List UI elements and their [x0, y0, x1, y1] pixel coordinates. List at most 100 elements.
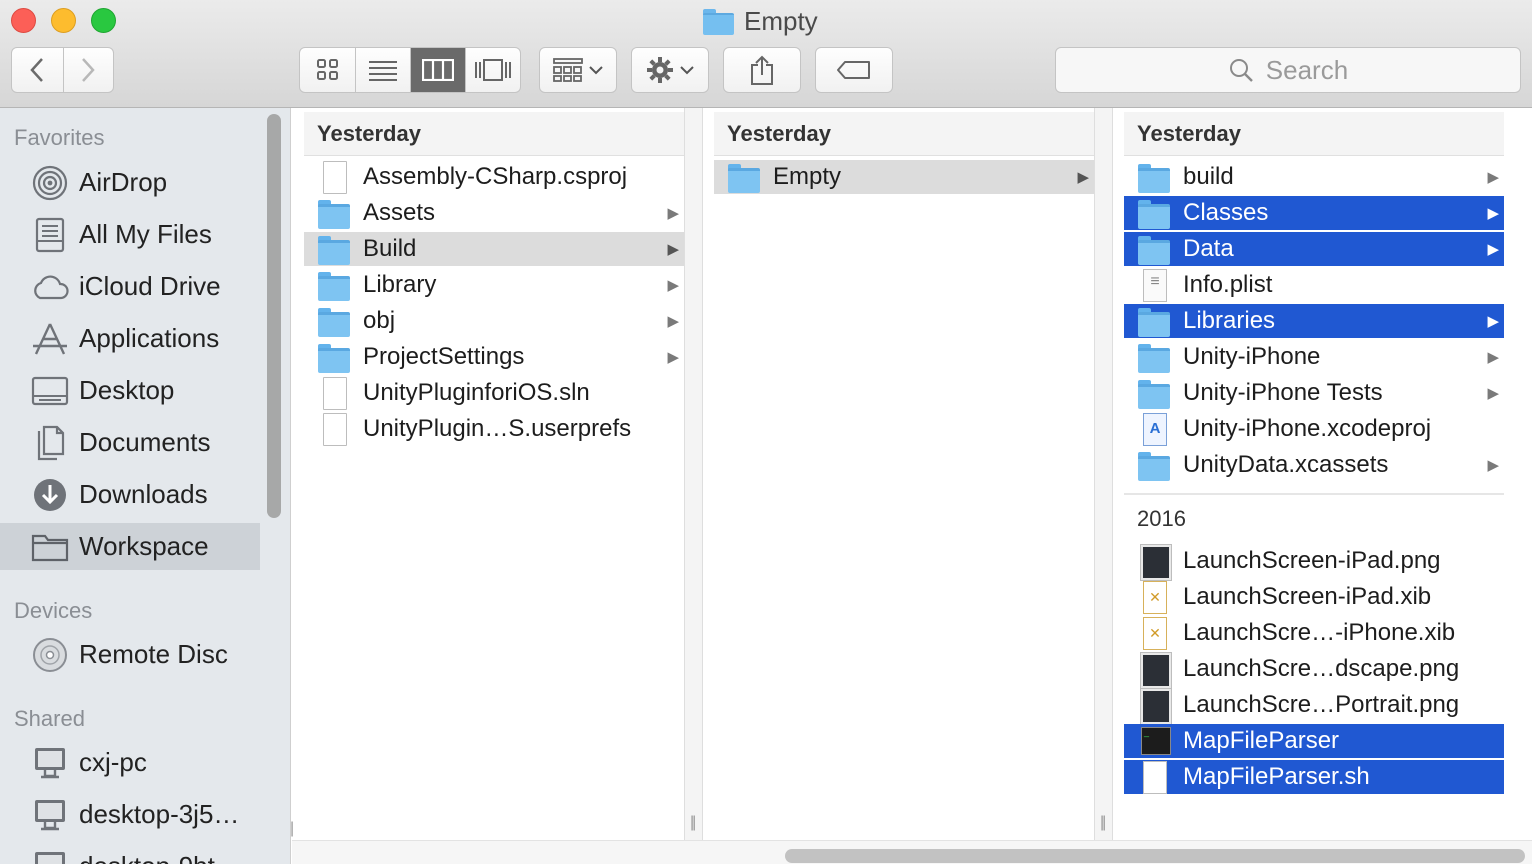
folder-icon: [1138, 379, 1170, 409]
cloud-icon: [31, 268, 69, 306]
disclosure-arrow-icon: ▶: [667, 277, 679, 294]
file-row[interactable]: LaunchScre…-iPhone.xib: [1124, 616, 1504, 650]
file-name: Unity-iPhone.xcodeproj: [1183, 415, 1432, 442]
group-divider: [1124, 493, 1504, 495]
xcode-project-icon: [1138, 413, 1170, 446]
file-row[interactable]: Data ▶: [1124, 232, 1504, 266]
sidebar-item-documents[interactable]: Documents: [0, 419, 260, 466]
file-row[interactable]: UnityData.xcassets ▶: [1124, 448, 1504, 482]
file-row[interactable]: Unity-iPhone.xcodeproj: [1124, 412, 1504, 446]
file-row[interactable]: Unity-iPhone ▶: [1124, 340, 1504, 374]
file-row[interactable]: Library ▶: [304, 268, 684, 302]
back-button[interactable]: [12, 48, 63, 92]
search-icon: [1229, 59, 1253, 82]
cover-flow-button[interactable]: [465, 48, 520, 92]
file-row[interactable]: ProjectSettings ▶: [304, 340, 684, 374]
image-icon: [1138, 653, 1171, 688]
file-row[interactable]: obj ▶: [304, 304, 684, 338]
file-row[interactable]: UnityPlugin…S.userprefs: [304, 412, 684, 446]
icon-view-icon: [316, 59, 338, 80]
folder-icon: [728, 163, 760, 193]
file-row[interactable]: LaunchScre…dscape.png: [1124, 652, 1504, 688]
file-row[interactable]: Info.plist: [1124, 268, 1504, 302]
sidebar-item-applications[interactable]: Applications: [0, 315, 260, 362]
column-header: Yesterday: [304, 112, 684, 156]
disclosure-arrow-icon: ▶: [1487, 205, 1499, 222]
disclosure-arrow-icon: ▶: [1077, 169, 1089, 186]
file-name: Info.plist: [1183, 271, 1273, 298]
sidebar-item-label: Documents: [79, 427, 211, 457]
file-row[interactable]: MapFileParser.sh: [1124, 760, 1504, 794]
computer-icon: [31, 848, 69, 864]
zoom-window-button[interactable]: [91, 8, 116, 33]
sidebar-item-desktop-3j5[interactable]: desktop-3j5…: [0, 791, 260, 838]
icon-view-button[interactable]: [300, 48, 355, 92]
xib-file-icon: [1138, 617, 1170, 650]
minimize-window-button[interactable]: [51, 8, 76, 33]
search-placeholder: Search: [1265, 54, 1349, 85]
arrange-menu-button[interactable]: [539, 47, 617, 93]
file-row[interactable]: LaunchScre…Portrait.png: [1124, 688, 1504, 724]
file-row[interactable]: Unity-iPhone Tests ▶: [1124, 376, 1504, 410]
sidebar-item-remote-disc[interactable]: Remote Disc: [0, 631, 260, 678]
disclosure-arrow-icon: ▶: [667, 349, 679, 366]
sidebar-item-desktop-9bt[interactable]: desktop-9bt…: [0, 843, 260, 864]
sidebar-item-desktop[interactable]: Desktop: [0, 367, 260, 414]
column-resize-handle[interactable]: ||: [1094, 108, 1113, 840]
sidebar-item-label: AirDrop: [79, 167, 168, 197]
file-name: LaunchScre…-iPhone.xib: [1183, 619, 1456, 646]
view-mode-segmented-control: [299, 47, 521, 93]
shell-script-icon: [1138, 761, 1170, 794]
search-field[interactable]: Search: [1055, 47, 1521, 93]
computer-icon: [31, 796, 69, 834]
horizontal-scrollbar[interactable]: [292, 840, 1532, 864]
sidebar-item-workspace[interactable]: Workspace: [0, 523, 260, 570]
tags-button[interactable]: [815, 47, 893, 93]
file-row[interactable]: Build ▶: [304, 232, 684, 266]
file-name: MapFileParser: [1183, 727, 1340, 754]
chevron-left-icon: [30, 58, 44, 82]
sidebar-resize-grip[interactable]: |: [290, 820, 294, 838]
action-menu-button[interactable]: [631, 47, 709, 93]
forward-button[interactable]: [62, 48, 114, 92]
file-row[interactable]: Assembly-CSharp.csproj: [304, 160, 684, 194]
disc-icon: [31, 636, 69, 674]
sidebar-item-downloads[interactable]: Downloads: [0, 471, 260, 518]
sidebar-item-icloud-drive[interactable]: iCloud Drive: [0, 263, 260, 310]
sidebar-item-cxj-pc[interactable]: cxj-pc: [0, 739, 260, 786]
file-row[interactable]: LaunchScreen-iPad.png: [1124, 544, 1504, 580]
column-view-icon: [422, 59, 454, 81]
file-name: ProjectSettings: [363, 343, 525, 370]
downloads-icon: [31, 476, 69, 514]
column-resize-handle[interactable]: ||: [684, 108, 703, 840]
sidebar-item-label: Workspace: [79, 531, 209, 561]
file-row[interactable]: Libraries ▶: [1124, 304, 1504, 338]
file-row[interactable]: Empty ▶: [714, 160, 1094, 194]
file-name: Empty: [773, 163, 842, 190]
sidebar-item-all-my-files[interactable]: All My Files: [0, 211, 260, 258]
horizontal-scrollbar-thumb[interactable]: [785, 849, 1525, 863]
share-icon: [751, 55, 773, 85]
sidebar-item-airdrop[interactable]: AirDrop: [0, 159, 260, 206]
sidebar-scrollbar[interactable]: [267, 114, 281, 518]
file-name: UnityData.xcassets: [1183, 451, 1389, 478]
disclosure-arrow-icon: ▶: [667, 313, 679, 330]
file-row[interactable]: Classes ▶: [1124, 196, 1504, 230]
list-view-button[interactable]: [355, 48, 410, 92]
file-row[interactable]: UnityPluginforiOS.sln: [304, 376, 684, 410]
folder-icon: [1138, 343, 1170, 373]
tag-icon: [837, 61, 870, 79]
file-row[interactable]: MapFileParser: [1124, 724, 1504, 758]
file-name: Unity-iPhone: [1183, 343, 1321, 370]
file-row[interactable]: LaunchScreen-iPad.xib: [1124, 580, 1504, 614]
all-files-icon: [31, 216, 69, 254]
close-window-button[interactable]: [11, 8, 36, 33]
column-view-button[interactable]: [410, 48, 465, 92]
file-row[interactable]: build ▶: [1124, 160, 1504, 194]
image-icon: [1138, 689, 1171, 724]
file-row[interactable]: Assets ▶: [304, 196, 684, 230]
share-button[interactable]: [723, 47, 801, 93]
document-icon: [318, 413, 350, 446]
file-name: LaunchScre…dscape.png: [1183, 655, 1460, 682]
folder-icon: [1138, 307, 1170, 337]
